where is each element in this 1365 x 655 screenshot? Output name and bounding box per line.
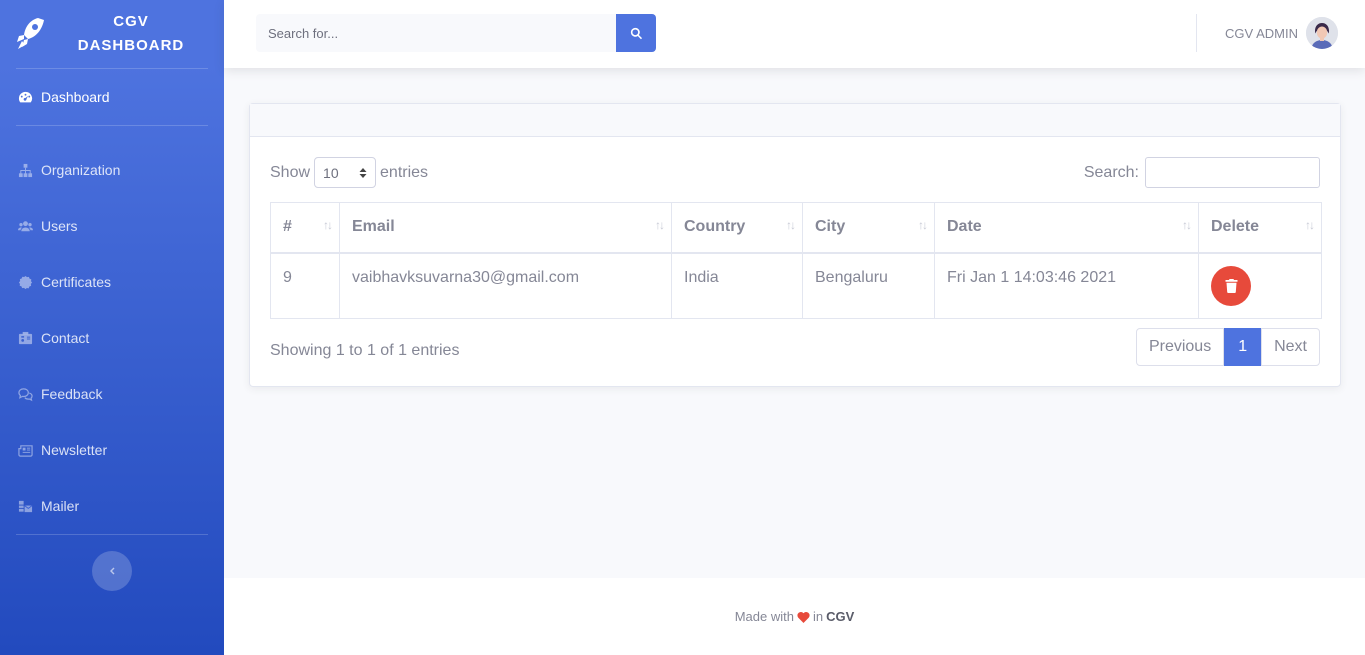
cell-city: Bengaluru bbox=[802, 252, 935, 319]
sidebar-item-label: Organization bbox=[41, 162, 121, 178]
sidebar-item-label: Contact bbox=[41, 330, 90, 346]
table-search-input[interactable] bbox=[1145, 157, 1320, 188]
sidebar-brand[interactable]: CGV DASHBOARD bbox=[0, 0, 224, 68]
sidebar-item-certificates[interactable]: Certificates bbox=[0, 254, 224, 310]
column-header-id[interactable]: # ↑↓ bbox=[270, 202, 340, 254]
sidebar-item-feedback[interactable]: Feedback bbox=[0, 366, 224, 422]
column-header-email[interactable]: Email ↑↓ bbox=[339, 202, 672, 254]
brand-line2: DASHBOARD bbox=[77, 37, 185, 54]
users-card: Show 10 entries Search: # ↑↓ Email ↑↓ Coun… bbox=[249, 103, 1341, 387]
sort-icon: ↑↓ bbox=[323, 218, 333, 232]
table-length-control: Show 10 entries bbox=[270, 157, 428, 188]
footer-brand: CGV bbox=[826, 609, 855, 624]
sort-icon: ↑↓ bbox=[655, 218, 665, 232]
sidebar-item-organization[interactable]: Organization bbox=[0, 142, 224, 198]
sidebar-item-label: Feedback bbox=[41, 386, 103, 402]
tachometer-icon bbox=[16, 88, 34, 106]
user-name: CGV ADMIN bbox=[1225, 25, 1298, 41]
table-search-label: Search: bbox=[1083, 163, 1139, 181]
avatar bbox=[1305, 17, 1338, 49]
page-length-select[interactable]: 10 bbox=[314, 157, 377, 188]
users-icon bbox=[16, 217, 34, 235]
column-header-city[interactable]: City ↑↓ bbox=[802, 202, 935, 254]
cell-id: 9 bbox=[270, 252, 340, 319]
certificate-icon bbox=[16, 273, 34, 291]
mail-bulk-icon bbox=[16, 497, 34, 515]
column-header-label: City bbox=[815, 218, 846, 236]
cell-delete bbox=[1198, 252, 1322, 319]
data-table: # ↑↓ Email ↑↓ Country ↑↓ City ↑↓ Date ↑↓ Dele… bbox=[270, 202, 1322, 319]
pagination-previous[interactable]: Previous bbox=[1135, 328, 1225, 366]
newspaper-icon bbox=[16, 441, 34, 459]
topbar-search bbox=[256, 14, 656, 52]
sidebar-item-label: Users bbox=[41, 218, 78, 234]
sidebar-nav: Organization Users Certificates Contact … bbox=[0, 126, 224, 534]
sort-icon: ↑↓ bbox=[1182, 218, 1192, 232]
sidebar-item-label: Mailer bbox=[41, 498, 80, 514]
sidebar-item-users[interactable]: Users bbox=[0, 198, 224, 254]
chevron-left-icon bbox=[110, 567, 115, 575]
column-header-country[interactable]: Country ↑↓ bbox=[671, 202, 803, 254]
search-button[interactable] bbox=[616, 14, 656, 52]
table-row: 9 vaibhavksuvarna30@gmail.com India Beng… bbox=[270, 252, 1322, 319]
sort-icon: ↑↓ bbox=[918, 218, 928, 232]
search-icon bbox=[630, 27, 642, 39]
rocket-icon bbox=[17, 18, 44, 49]
sidebar-item-dashboard[interactable]: Dashboard bbox=[0, 69, 224, 125]
cell-date: Fri Jan 1 14:03:46 2021 bbox=[934, 252, 1199, 319]
cell-email: vaibhavksuvarna30@gmail.com bbox=[339, 252, 672, 319]
column-header-label: # bbox=[283, 218, 292, 236]
show-label: Show bbox=[270, 163, 311, 181]
topbar-divider bbox=[1196, 14, 1197, 52]
page-length-value: 10 bbox=[323, 164, 339, 181]
table-search-control: Search: bbox=[1084, 157, 1320, 188]
heart-icon bbox=[797, 611, 810, 623]
column-header-label: Email bbox=[352, 218, 395, 236]
column-header-delete[interactable]: Delete ↑↓ bbox=[1198, 202, 1322, 254]
column-header-label: Date bbox=[947, 218, 982, 236]
delete-button[interactable] bbox=[1211, 265, 1251, 306]
card-header bbox=[250, 104, 1340, 137]
search-input[interactable] bbox=[256, 14, 616, 52]
pagination-next[interactable]: Next bbox=[1261, 328, 1320, 366]
footer-in: in bbox=[812, 609, 824, 624]
trash-icon bbox=[1225, 278, 1237, 293]
footer: Made with in CGV bbox=[224, 578, 1365, 655]
sidebar-item-contact[interactable]: Contact bbox=[0, 310, 224, 366]
sidebar-item-label: Dashboard bbox=[41, 89, 110, 105]
brand-line1: CGV bbox=[113, 13, 149, 30]
sitemap-icon bbox=[16, 161, 34, 179]
sidebar: CGV DASHBOARD Dashboard Organization Use… bbox=[0, 0, 224, 655]
table-header-row: # ↑↓ Email ↑↓ Country ↑↓ City ↑↓ Date ↑↓ Dele… bbox=[270, 202, 1322, 254]
sidebar-toggle-button[interactable] bbox=[92, 551, 132, 591]
user-menu[interactable]: CGV ADMIN bbox=[1225, 17, 1338, 49]
address-card-icon bbox=[16, 329, 34, 347]
brand-title: CGV DASHBOARD bbox=[46, 10, 224, 58]
pagination-page-current[interactable]: 1 bbox=[1224, 328, 1262, 366]
topbar: CGV ADMIN bbox=[224, 0, 1365, 68]
sidebar-divider bbox=[16, 534, 208, 535]
column-header-date[interactable]: Date ↑↓ bbox=[934, 202, 1199, 254]
comments-icon bbox=[16, 385, 34, 403]
pagination: Previous 1 Next bbox=[1135, 328, 1320, 366]
column-header-label: Country bbox=[684, 218, 746, 236]
column-header-label: Delete bbox=[1211, 218, 1260, 236]
entries-label: entries bbox=[380, 163, 429, 181]
sort-icon: ↑↓ bbox=[786, 218, 796, 232]
sidebar-item-mailer[interactable]: Mailer bbox=[0, 478, 224, 534]
sort-arrows-icon bbox=[359, 167, 367, 178]
sort-icon: ↑↓ bbox=[1305, 218, 1315, 232]
sidebar-item-label: Newsletter bbox=[41, 442, 108, 458]
sidebar-item-newsletter[interactable]: Newsletter bbox=[0, 422, 224, 478]
footer-made-with: Made with bbox=[734, 609, 794, 624]
table-info: Showing 1 to 1 of 1 entries bbox=[270, 342, 460, 359]
sidebar-item-label: Certificates bbox=[41, 274, 112, 290]
cell-country: India bbox=[671, 252, 803, 319]
